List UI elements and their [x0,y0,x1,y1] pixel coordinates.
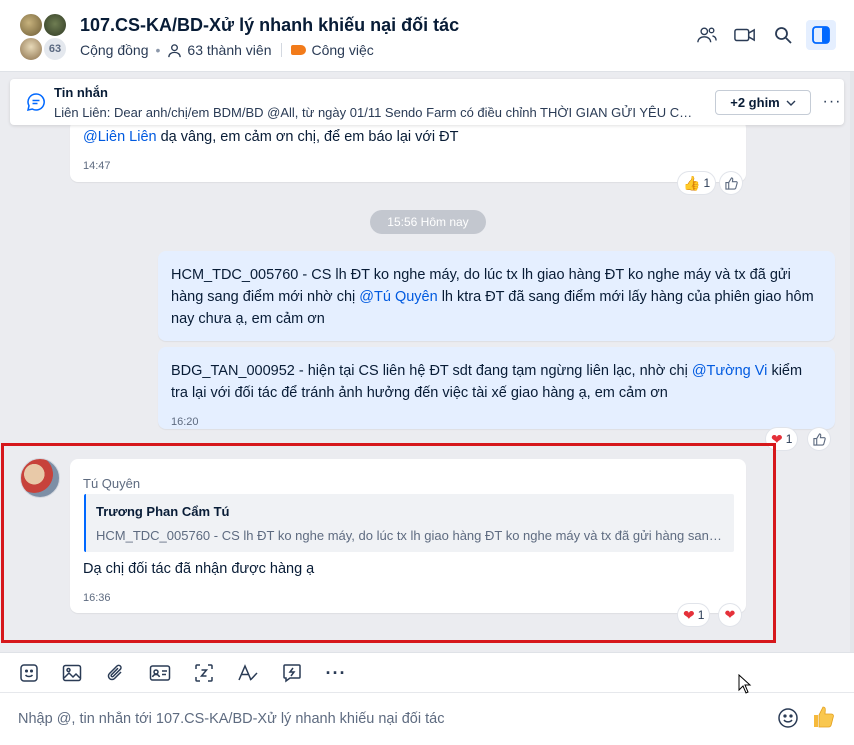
message-bubble-own[interactable]: HCM_TDC_005760 - CS lh ĐT ko nghe máy, d… [158,251,835,341]
group-avatar-member-3 [18,36,44,62]
format-text-icon[interactable] [237,662,259,684]
meta-divider [280,43,282,57]
reaction-count: 1 [785,432,793,446]
mention-link[interactable]: @Tú Quyên [359,289,437,305]
reaction-count: 1 [703,176,711,190]
scrollbar-track[interactable] [850,72,854,652]
sender-avatar[interactable] [20,458,60,498]
group-avatar[interactable]: 63 [18,12,70,62]
pinned-message-bar[interactable]: Tin nhắn Liên Liên: Dear anh/chị/em BDM/… [10,79,844,125]
group-type-label: Cộng đồng [80,42,149,58]
message-text: HCM_TDC_005760 - CS lh ĐT ko nghe máy, d… [171,264,821,330]
like-outline-icon [724,176,738,190]
like-outline-icon [812,432,826,446]
category-label[interactable]: Công việc [312,42,374,58]
sidebar-toggle-icon[interactable] [806,20,836,50]
more-pins-label: +2 ghim [730,95,780,110]
pinned-text[interactable]: Liên Liên: Dear anh/chị/em BDM/BD @All, … [54,105,694,120]
react-like-button[interactable] [808,428,830,450]
group-avatar-member-2 [42,12,68,38]
quoted-sender: Trương Phan Cẩm Tú [96,504,230,519]
search-icon[interactable] [768,20,798,50]
reaction-summary[interactable]: ❤ 1 [766,428,798,450]
more-pins-button[interactable]: +2 ghim [715,90,811,115]
add-member-icon[interactable] [692,20,722,50]
composer [0,692,854,745]
message-text: Dạ chị đối tác đã nhận được hàng ạ [83,561,315,577]
sticker-icon[interactable] [18,662,40,684]
quoted-message[interactable]: Trương Phan Cẩm Tú HCM_TDC_005760 - CS l… [84,494,734,552]
react-like-button[interactable] [720,172,742,194]
group-avatar-count: 63 [42,36,68,62]
pinned-more-icon[interactable]: ··· [820,90,844,114]
mention-link[interactable]: @Liên Liên [83,129,157,145]
image-icon[interactable] [61,662,83,684]
category-tag-icon [290,45,306,55]
react-heart-button[interactable]: ❤ [719,604,741,626]
screenshot-icon[interactable] [193,662,215,684]
chevron-down-icon [786,100,796,106]
thumbs-up-icon: 👍 [683,174,701,191]
group-meta: Cộng đồng • 63 thành viên Công việc [80,42,374,58]
heart-icon: ❤ [683,606,695,623]
attach-icon[interactable] [105,662,127,684]
mention-link[interactable]: @Tường Vi [692,363,768,379]
group-avatar-member-1 [18,12,44,38]
members-count-link[interactable]: 63 thành viên [187,42,271,58]
members-icon[interactable] [167,43,182,58]
heart-icon: ❤ [724,607,736,622]
meta-dot: • [155,42,161,58]
reaction-summary[interactable]: 👍 1 [678,172,716,194]
composer-toolbar: ··· [0,652,854,692]
quick-message-icon[interactable] [281,662,303,684]
header-actions [692,20,836,50]
mouse-cursor-icon [738,673,752,699]
reaction-summary[interactable]: ❤ 1 [678,604,710,626]
message-input[interactable] [18,708,718,730]
message-bubble[interactable]: @Liên Liên dạ vâng, em cảm ơn chị, để em… [70,120,746,182]
like-icon[interactable] [812,705,836,734]
heart-icon: ❤ [771,430,783,447]
pinned-title: Tin nhắn [54,85,108,100]
quoted-text: HCM_TDC_005760 - CS lh ĐT ko nghe máy, d… [96,528,726,543]
message-text: BDG_TAN_000952 - hiện tại CS liên hệ ĐT … [171,360,821,404]
date-separator: 15:56 Hôm nay [370,210,486,234]
sender-name[interactable]: Tú Quyên [83,473,140,495]
message-time: 16:20 [171,416,199,428]
message-time: 16:36 [83,592,111,604]
message-body: BDG_TAN_000952 - hiện tại CS liên hệ ĐT … [171,363,692,379]
message-time: 14:47 [83,160,111,172]
message-bubble-own[interactable]: BDG_TAN_000952 - hiện tại CS liên hệ ĐT … [158,347,835,429]
group-title[interactable]: 107.CS-KA/BD-Xử lý nhanh khiếu nại đối t… [80,15,459,36]
video-call-icon[interactable] [730,20,760,50]
emoji-icon[interactable] [777,707,799,734]
reaction-count: 1 [697,608,705,622]
chat-header: 63 107.CS-KA/BD-Xử lý nhanh khiếu nại đố… [0,0,854,72]
message-body: dạ vâng, em cảm ơn chị, để em báo lại vớ… [156,129,459,145]
message-pin-icon [26,92,46,117]
contact-card-icon[interactable] [149,662,171,684]
more-icon[interactable]: ··· [325,662,347,684]
message-text: @Liên Liên dạ vâng, em cảm ơn chị, để em… [83,126,458,148]
